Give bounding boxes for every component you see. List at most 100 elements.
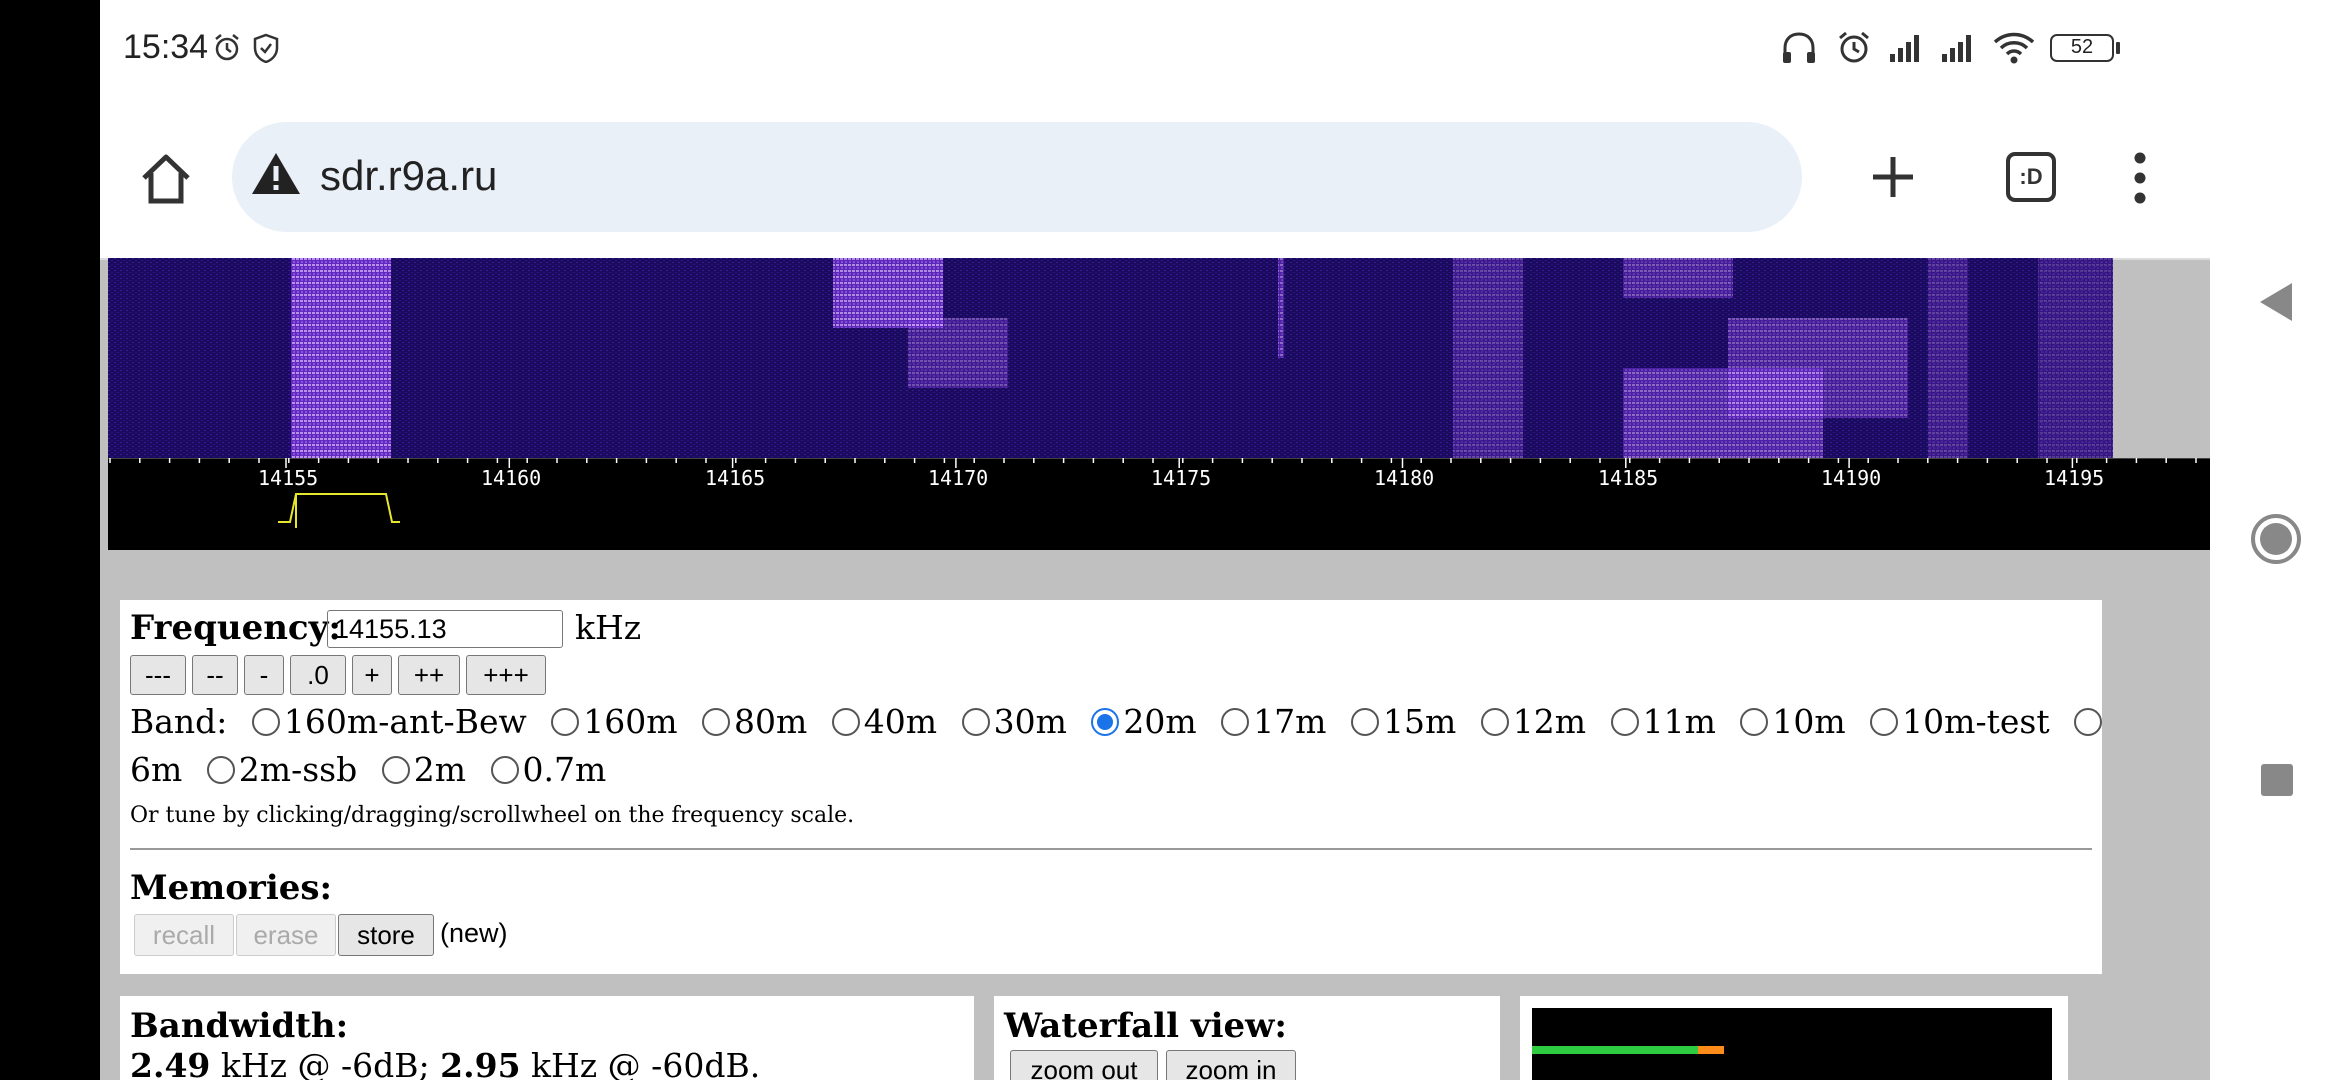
address-bar[interactable]: sdr.r9a.ru (232, 122, 1802, 232)
band-selector-row-2: 6m 2m-ssb 2m 0.7m (130, 750, 606, 789)
scale-tick-label: 14160 (481, 466, 542, 490)
band-option-label[interactable]: 10m (1772, 702, 1845, 741)
recents-icon[interactable] (2260, 763, 2294, 797)
frequency-input[interactable]: 14155.13 (327, 610, 563, 648)
band-radio-2m[interactable] (381, 756, 410, 784)
band-option-label[interactable]: 12m (1513, 702, 1586, 741)
frequency-panel: Frequency: 14155.13 kHz --- -- - .0 + ++… (120, 600, 2103, 974)
bandwidth-60db-value: 2.95 (440, 1046, 521, 1080)
band-option-label[interactable]: 0.7m (523, 750, 607, 789)
erase-button[interactable]: erase (236, 914, 336, 956)
band-radio-15m[interactable] (1350, 708, 1379, 736)
band-radio-10m-test[interactable] (1870, 708, 1899, 736)
band-option-label[interactable]: 6m (130, 750, 182, 789)
step-up-large-button[interactable]: +++ (466, 655, 546, 695)
wifi-icon (1993, 32, 2035, 64)
system-nav-bar (2210, 0, 2340, 1080)
band-option-label[interactable]: 160m (583, 702, 677, 741)
band-radio-40m[interactable] (831, 708, 860, 736)
band-radio-17m[interactable] (1221, 708, 1250, 736)
tab-switcher-button[interactable]: :D (2006, 152, 2056, 202)
bandwidth-6db-value: 2.49 (130, 1046, 211, 1080)
warning-icon[interactable] (250, 150, 302, 196)
round-button[interactable]: .0 (290, 655, 346, 695)
step-down-medium-button[interactable]: -- (192, 655, 238, 695)
back-icon[interactable] (2256, 280, 2296, 324)
band-option-label[interactable]: 17m (1253, 702, 1326, 741)
alarm-icon (1839, 31, 1869, 63)
scale-tick-label: 14185 (1598, 466, 1659, 490)
scale-tick-label: 14175 (1151, 466, 1212, 490)
url-text[interactable]: sdr.r9a.ru (320, 152, 497, 200)
headphones-icon (1783, 32, 1815, 63)
step-up-medium-button[interactable]: ++ (398, 655, 460, 695)
band-option-label[interactable]: 40m (864, 702, 937, 741)
signal-meter-bar (1532, 1046, 1698, 1054)
band-option-label[interactable]: 11m (1643, 702, 1716, 741)
scale-tick-label: 14170 (928, 466, 989, 490)
band-option-label[interactable]: 10m-test (1902, 702, 2049, 741)
more-menu-icon[interactable] (2130, 150, 2150, 206)
waterfall-view-label: Waterfall view: (1004, 1006, 1287, 1046)
browser-toolbar: sdr.r9a.ru :D (100, 100, 2210, 260)
band-option-label[interactable]: 160m-ant-Bew (284, 702, 527, 741)
alarm-icon (215, 34, 239, 61)
band-radio-6m[interactable] (2074, 708, 2103, 736)
smeter-panel (1520, 996, 2068, 1080)
scale-tick-label: 14190 (1821, 466, 1882, 490)
bandwidth-panel: Bandwidth: 2.49 kHz @ -6dB; 2.95 kHz @ -… (120, 996, 974, 1080)
scale-tick-label: 14165 (705, 466, 766, 490)
waterfall-graphic (108, 258, 2113, 458)
phone-screen: 15:34 52 sdr.r9a.ru :D 14155 14160 14165… (100, 0, 2210, 1080)
step-up-small-button[interactable]: + (352, 655, 392, 695)
scale-tick-label: 14180 (1374, 466, 1435, 490)
band-option-label[interactable]: 20m (1123, 702, 1196, 741)
waterfall-view-panel: Waterfall view: zoom out zoom in (994, 996, 1500, 1080)
divider (130, 848, 2092, 850)
battery-level: 52 (2070, 36, 2094, 58)
frequency-label: Frequency: (130, 608, 341, 648)
band-radio-160m[interactable] (551, 708, 580, 736)
scale-tick-label: 14195 (2044, 466, 2105, 490)
scale-tick-label: 14155 (258, 466, 319, 490)
zoom-out-button[interactable]: zoom out (1010, 1050, 1158, 1080)
band-radio-30m[interactable] (961, 708, 990, 736)
bandwidth-60db-text: kHz @ -60dB. (531, 1046, 761, 1080)
band-option-label[interactable]: 2m-ssb (239, 750, 357, 789)
band-option-label[interactable]: 15m (1383, 702, 1456, 741)
recall-button[interactable]: recall (134, 914, 234, 956)
tuning-hint: Or tune by clicking/dragging/scrollwheel… (130, 803, 855, 828)
band-option-label[interactable]: 2m (414, 750, 466, 789)
battery-tip (2116, 42, 2120, 54)
home-button-icon[interactable] (2250, 513, 2302, 565)
home-icon[interactable] (138, 152, 194, 206)
band-radio-11m[interactable] (1610, 708, 1639, 736)
band-radio-0-7m[interactable] (490, 756, 519, 784)
step-down-small-button[interactable]: - (244, 655, 284, 695)
band-radio-10m[interactable] (1740, 708, 1769, 736)
new-tab-icon[interactable] (1868, 152, 1918, 202)
bandwidth-readout: 2.49 kHz @ -6dB; 2.95 kHz @ -60dB. (130, 1046, 760, 1080)
store-button[interactable]: store (338, 914, 434, 956)
frequency-scale[interactable]: 14155 14160 14165 14170 14175 14180 1418… (108, 458, 2210, 550)
band-label: Band: (130, 702, 228, 741)
signal-meter-peak (1698, 1046, 1724, 1054)
band-radio-12m[interactable] (1480, 708, 1509, 736)
device-bezel-left (0, 0, 100, 1080)
zoom-in-button[interactable]: zoom in (1166, 1050, 1296, 1080)
waterfall-display[interactable] (108, 258, 2113, 458)
band-radio-80m[interactable] (702, 708, 730, 736)
band-option-label[interactable]: 80m (734, 702, 807, 741)
step-down-large-button[interactable]: --- (130, 655, 186, 695)
shield-icon (253, 33, 279, 63)
status-bar: 15:34 52 (100, 0, 2210, 100)
bandwidth-6db-text: kHz @ -6dB; (220, 1046, 430, 1080)
band-radio-2m-ssb[interactable] (206, 756, 235, 784)
band-option-label[interactable]: 30m (994, 702, 1067, 741)
signal-meter (1532, 1008, 2052, 1080)
memories-label: Memories: (130, 868, 333, 908)
band-radio-160m-ant-bew[interactable] (251, 708, 280, 736)
tab-switcher-label: :D (2019, 164, 2043, 189)
status-time: 15:34 (123, 28, 209, 66)
band-radio-20m[interactable] (1091, 708, 1120, 736)
